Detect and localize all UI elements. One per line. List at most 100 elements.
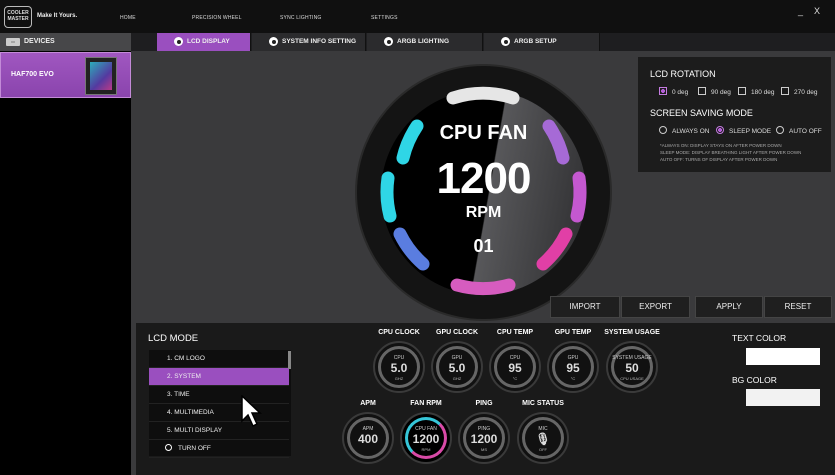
mic-icon: 🎙 [535,432,551,446]
apm-gauge[interactable]: APM 400 [342,412,394,464]
gauge-value: 1200 [470,432,498,446]
checkbox-checked-icon [659,87,667,95]
mode-system[interactable]: 2. SYSTEM [149,368,289,386]
tab-system-info-setting[interactable]: SYSTEM INFO SETTING [252,33,366,51]
top-bar: COOLER MASTER Make It Yours. HOME PRECIS… [0,0,835,33]
devices-header: ▭ DEVICES [0,33,131,51]
checkbox-icon [781,87,789,95]
gauge-unit: °C [570,376,576,381]
checkbox-icon [738,87,746,95]
gpu-clock-gauge[interactable]: GPU 5.0 GHZ [431,341,483,393]
gauge-value: 95 [566,361,580,375]
cooler-master-logo: COOLER MASTER [4,6,32,28]
fan-rpm-gauge[interactable]: CPU FAN 1200 RPM [400,412,452,464]
gauge-unit: GHZ [452,376,462,381]
mic-status-gauge[interactable]: MIC 🎙 OFF [517,412,569,464]
rotation-180-checkbox[interactable]: 180 deg [738,87,775,96]
ping-gauge[interactable]: PING 1200 MS [458,412,510,464]
note-always-on: *ALWAYS ON: DISPLAY STAYS ON AFTER POWER… [660,143,782,148]
gauge-value: 5.0 [390,361,408,375]
text-color-swatch[interactable] [746,348,820,365]
system-usage-gauge[interactable]: SYSTEM USAGE 50 CPU USAGE [606,341,658,393]
preview-value: 1200 [436,154,532,203]
device-item-haf700-evo[interactable]: HAF700 EVO [0,52,131,98]
rotation-270-checkbox[interactable]: 270 deg [781,87,818,96]
text-color-label: TEXT COLOR [732,333,787,343]
mode-turn-off[interactable]: TURN OFF [149,440,289,458]
rotation-90-checkbox[interactable]: 90 deg [698,87,731,96]
auto-off-radio[interactable]: AUTO OFF [776,126,822,135]
preview-title: CPU FAN [439,122,528,144]
mode-cm-logo[interactable]: 1. CM LOGO [149,350,289,368]
bg-color-swatch[interactable] [746,389,820,406]
cpu-temp-gauge[interactable]: CPU 95 °C [489,341,541,393]
power-icon [165,444,172,451]
checkbox-icon [698,87,706,95]
gauge-unit: MS [481,447,487,452]
reset-button[interactable]: RESET [764,296,832,318]
cpu-clock-gauge[interactable]: CPU 5.0 GHZ [373,341,425,393]
ring-segment-top [446,86,520,105]
gauge-value: 50 [625,361,639,375]
radio-selected-icon [716,126,724,134]
nav-home[interactable]: HOME [120,15,136,21]
radio-icon [659,126,667,134]
preview-index: 01 [473,236,494,256]
device-name: HAF700 EVO [11,71,54,78]
logo-text: COOLER MASTER [7,10,29,22]
mode-multimedia[interactable]: 4. MULTIMEDIA [149,404,289,422]
note-sleep-mode: SLEEP MODE: DISPLAY BREATHING LIGHT AFTE… [660,150,802,155]
radio-icon [269,37,278,46]
nav-precision-wheel[interactable]: PRECISION WHEEL [192,15,242,21]
checkbox-label: 270 deg [794,89,818,96]
export-button[interactable]: EXPORT [621,296,690,318]
nav-sync-lighting[interactable]: SYNC LIGHTING [280,15,322,21]
minimize-button[interactable]: _ [798,6,803,16]
tab-label: LCD DISPLAY [187,38,230,45]
gauge-unit: RPM [421,447,431,452]
app-window: COOLER MASTER Make It Yours. HOME PRECIS… [0,0,835,475]
lcd-rotation-title: LCD ROTATION [650,69,716,79]
preview-unit: RPM [465,204,502,221]
radio-label: ALWAYS ON [672,128,710,135]
lcd-mode-list: 1. CM LOGO 2. SYSTEM 3. TIME 4. MULTIMED… [149,350,291,458]
screen-saving-title: SCREEN SAVING MODE [650,108,753,118]
tab-argb-setup[interactable]: ARGB SETUP [484,33,600,51]
mode-list-scrollbar[interactable] [288,351,291,369]
device-sidebar: ▭ DEVICES HAF700 EVO [0,33,131,475]
gauge-unit: °C [512,376,518,381]
lcd-settings-panel: LCD ROTATION 0 deg 90 deg 180 deg 270 de… [638,57,831,172]
pc-case-icon [85,57,117,95]
gauge-unit: CPU USAGE [620,376,644,381]
mode-multi-display[interactable]: 5. MULTI DISPLAY [149,422,289,440]
mode-label: TURN OFF [178,445,211,452]
apply-button[interactable]: APPLY [695,296,763,318]
lcd-preview: CPU FAN 1200 RPM 01 [357,66,610,319]
radio-label: SLEEP MODE [729,128,772,135]
nav-settings[interactable]: SETTINGS [371,15,398,21]
sleep-mode-radio[interactable]: SLEEP MODE [716,126,771,135]
tab-label: ARGB LIGHTING [397,38,449,45]
checkbox-label: 0 deg [672,89,689,96]
gpu-temp-gauge[interactable]: GPU 95 °C [547,341,599,393]
gauge-unit: OFF [539,447,547,452]
close-button[interactable]: X [814,6,820,16]
mode-time[interactable]: 3. TIME [149,386,289,404]
tab-bar: LCD DISPLAY SYSTEM INFO SETTING ARGB LIG… [131,33,835,51]
always-on-radio[interactable]: ALWAYS ON [659,126,709,135]
radio-label: AUTO OFF [789,128,822,135]
checkbox-label: 180 deg [751,89,775,96]
gauge-value: 1200 [412,432,440,446]
tab-lcd-display[interactable]: LCD DISPLAY [157,33,251,51]
devices-icon: ▭ [6,38,20,46]
gauge-unit: GHZ [394,376,404,381]
import-button[interactable]: IMPORT [550,296,620,318]
rotation-0-checkbox[interactable]: 0 deg [659,87,688,96]
tab-argb-lighting[interactable]: ARGB LIGHTING [367,33,483,51]
radio-icon [501,37,510,46]
tab-label: ARGB SETUP [514,38,557,45]
lcd-mode-title: LCD MODE [148,333,199,344]
system-usage-label: SYSTEM USAGE [604,329,660,336]
ring-segment-bottom [450,278,516,295]
radio-icon [174,37,183,46]
